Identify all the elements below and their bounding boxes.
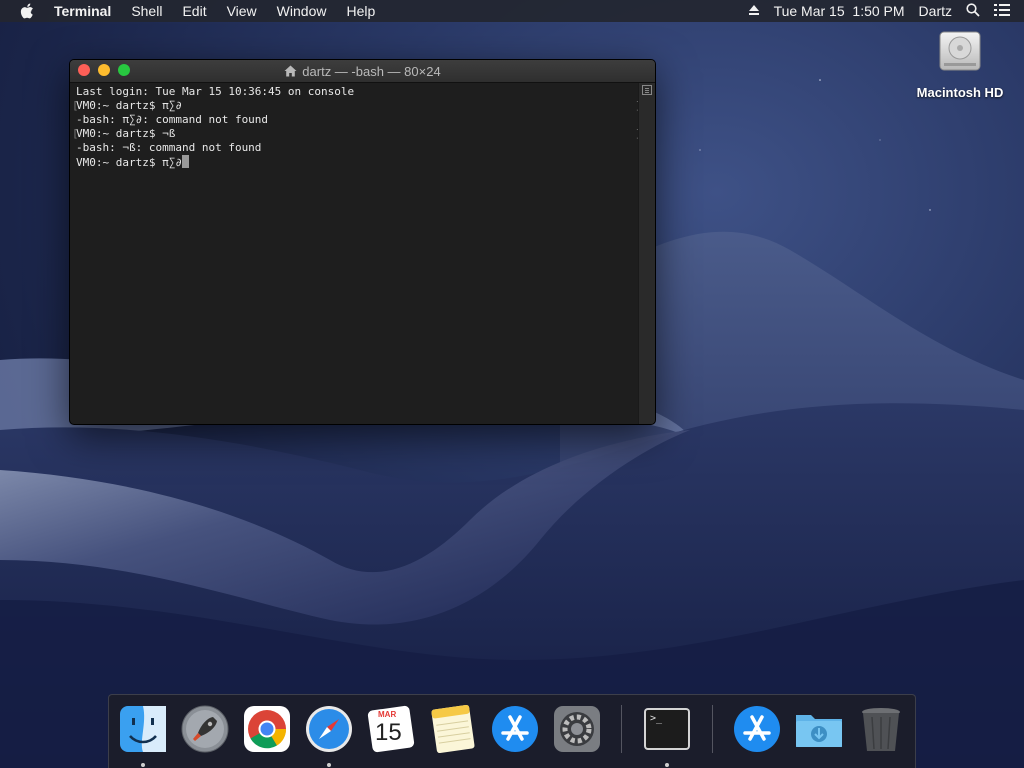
app-store-icon xyxy=(492,706,538,752)
desktop-icon-macintosh-hd[interactable]: Macintosh HD xyxy=(910,28,1010,100)
terminal-prompt-line: VM0:~ dartz$ π∑∂ xyxy=(76,155,639,169)
menu-edit[interactable]: Edit xyxy=(172,0,216,22)
apple-menu-icon[interactable] xyxy=(16,0,38,22)
terminal-title-text: dartz — -bash — 80×24 xyxy=(302,63,441,79)
menu-view[interactable]: View xyxy=(217,0,267,22)
close-button[interactable] xyxy=(78,64,90,76)
menubar-user[interactable]: Dartz xyxy=(919,3,952,19)
calendar-month: MAR xyxy=(378,710,397,719)
dock-terminal[interactable]: >_ xyxy=(641,703,693,767)
terminal-scrollbar[interactable] xyxy=(638,83,655,424)
dock-downloads[interactable] xyxy=(793,703,845,755)
dock-google-chrome[interactable] xyxy=(241,703,293,755)
gear-icon xyxy=(554,706,600,752)
dock-separator xyxy=(621,705,622,753)
zoom-button[interactable] xyxy=(118,64,130,76)
terminal-titlebar[interactable]: dartz — -bash — 80×24 xyxy=(70,60,655,83)
terminal-line: -bash: ¬ß: command not found xyxy=(76,141,262,154)
terminal-window[interactable]: dartz — -bash — 80×24 Last login: Tue Ma… xyxy=(69,59,656,425)
dock-app-store-downloads[interactable] xyxy=(731,703,783,755)
safari-compass-icon xyxy=(306,706,352,752)
finder-icon xyxy=(120,706,166,752)
scroll-lines-icon[interactable] xyxy=(642,85,652,95)
downloads-folder-icon xyxy=(796,715,842,747)
running-indicator xyxy=(141,763,145,767)
dock-calendar[interactable]: MAR 15 xyxy=(365,703,417,755)
terminal-cursor xyxy=(181,155,189,168)
spotlight-search-icon[interactable] xyxy=(966,2,980,20)
dock-separator xyxy=(712,705,713,753)
menu-app-terminal[interactable]: Terminal xyxy=(54,0,121,22)
terminal-prompt-glyph: >_ xyxy=(650,713,663,724)
dock-finder[interactable] xyxy=(117,703,169,767)
menu-help[interactable]: Help xyxy=(336,0,385,22)
dock-app-store[interactable] xyxy=(489,703,541,755)
home-folder-icon xyxy=(284,65,297,77)
notes-icon xyxy=(431,704,475,754)
terminal-line: Last login: Tue Mar 15 10:36:45 on conso… xyxy=(76,85,355,98)
dock-safari[interactable] xyxy=(303,703,355,767)
dock-trash[interactable] xyxy=(855,703,907,755)
terminal-output[interactable]: Last login: Tue Mar 15 10:36:45 on conso… xyxy=(70,83,642,424)
eject-icon[interactable] xyxy=(748,3,760,19)
dock-notes[interactable] xyxy=(427,703,479,755)
dock: MAR 15 >_ xyxy=(108,694,916,768)
terminal-title: dartz — -bash — 80×24 xyxy=(70,64,655,79)
app-store-downloads-icon xyxy=(734,706,780,752)
menubar-clock[interactable]: Tue Mar 15 1:50 PM xyxy=(774,3,905,19)
launchpad-rocket-icon xyxy=(181,705,229,753)
dock-system-preferences[interactable] xyxy=(551,703,603,755)
menu-bar: Terminal Shell Edit View Window Help Tue… xyxy=(0,0,1024,22)
running-indicator xyxy=(327,763,331,767)
dock-launchpad[interactable] xyxy=(179,703,231,755)
menu-shell[interactable]: Shell xyxy=(121,0,172,22)
calendar-day: 15 xyxy=(375,719,402,746)
terminal-line: [VM0:~ dartz$ ¬ß] xyxy=(72,127,642,140)
menu-window[interactable]: Window xyxy=(267,0,337,22)
running-indicator xyxy=(665,763,669,767)
chrome-icon xyxy=(244,706,290,752)
terminal-icon xyxy=(644,708,690,750)
minimize-button[interactable] xyxy=(98,64,110,76)
terminal-line: -bash: π∑∂: command not found xyxy=(76,113,269,126)
trash-icon xyxy=(862,708,900,751)
hard-drive-icon xyxy=(939,31,981,71)
terminal-line: [VM0:~ dartz$ π∑∂] xyxy=(72,99,642,112)
desktop-icon-label: Macintosh HD xyxy=(916,85,1004,100)
notification-center-icon[interactable] xyxy=(994,3,1010,19)
